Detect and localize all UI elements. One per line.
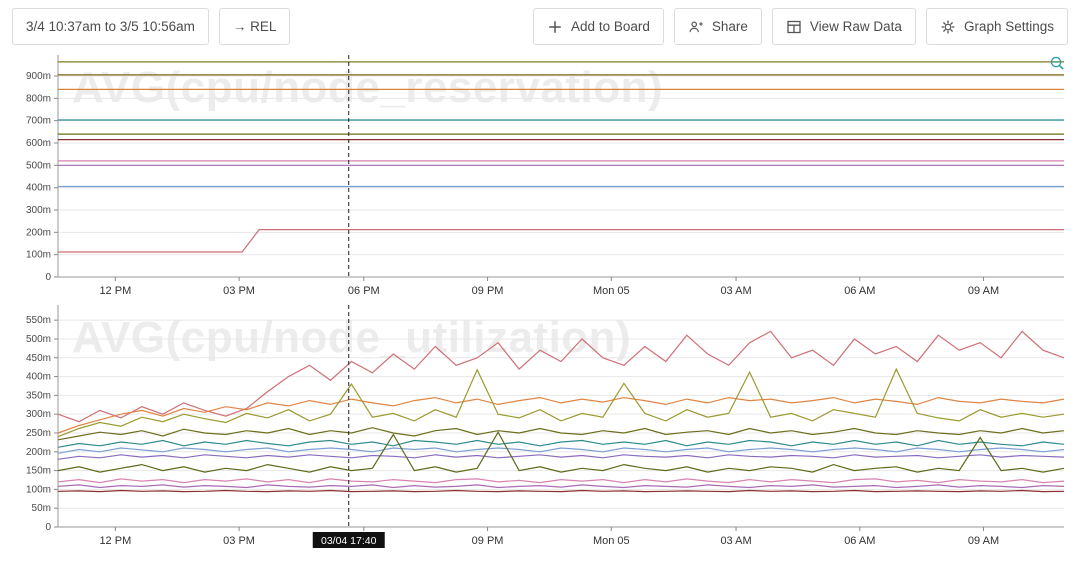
series-line[interactable] <box>58 428 1064 440</box>
svg-text:03/04 17:40: 03/04 17:40 <box>321 535 377 547</box>
series-line[interactable] <box>58 441 1064 448</box>
x-tick-label: 09 PM <box>472 535 504 547</box>
utilization-chart-block: AVG(cpu/node_utilization) 050m100m150m20… <box>8 303 1080 557</box>
gear-icon <box>940 19 956 35</box>
share-button[interactable]: Share <box>674 8 762 45</box>
x-tick-label: 06 PM <box>348 285 380 297</box>
x-tick-label: 09 PM <box>472 285 504 297</box>
y-tick-label: 100m <box>26 484 51 495</box>
y-tick-label: 300m <box>26 205 51 216</box>
x-tick-label: 09 AM <box>968 285 999 297</box>
cursor-tooltip: 03/04 17:40 <box>313 532 385 548</box>
view-raw-data-button[interactable]: View Raw Data <box>772 8 916 45</box>
series-line[interactable] <box>58 230 1064 252</box>
y-tick-label: 700m <box>26 116 51 127</box>
add-to-board-label: Add to Board <box>571 19 650 34</box>
y-tick-label: 550m <box>26 315 51 326</box>
y-tick-label: 900m <box>26 71 51 82</box>
series-line[interactable] <box>58 479 1064 483</box>
x-tick-label: 09 AM <box>968 535 999 547</box>
table-icon <box>786 19 802 35</box>
y-tick-label: 400m <box>26 372 51 383</box>
graph-page: 3/4 10:37am to 3/5 10:56am → REL Add to … <box>0 0 1080 557</box>
x-tick-label: 06 AM <box>844 535 875 547</box>
y-tick-label: 50m <box>32 503 51 514</box>
x-tick-label: 03 PM <box>223 535 255 547</box>
time-range-button[interactable]: 3/4 10:37am to 3/5 10:56am <box>12 8 209 45</box>
y-tick-label: 200m <box>26 447 51 458</box>
utilization-chart[interactable]: 0 50m 100m 150m 200m 250m 300m 350m 400m 450m 500m… <box>8 303 1072 557</box>
x-tick-label: 03 AM <box>720 535 751 547</box>
x-tick-label: Mon 05 <box>593 535 630 547</box>
series-line[interactable] <box>58 485 1064 488</box>
view-raw-data-label: View Raw Data <box>810 19 902 34</box>
series-line[interactable] <box>58 448 1064 453</box>
graph-settings-button[interactable]: Graph Settings <box>926 8 1068 45</box>
share-label: Share <box>712 19 748 34</box>
toolbar-right-group: Add to Board Share View Raw Data <box>533 8 1068 45</box>
y-tick-label: 400m <box>26 183 51 194</box>
x-tick-label: 06 AM <box>844 285 875 297</box>
series-line[interactable] <box>58 491 1064 492</box>
reservation-chart-block: AVG(cpu/node_reservation) 0100m200m300m4… <box>8 53 1080 301</box>
share-person-icon <box>688 19 704 35</box>
toolbar: 3/4 10:37am to 3/5 10:56am → REL Add to … <box>0 0 1080 51</box>
reservation-chart[interactable]: 0 100m 200m 300m 400m 500m 600m 700m 800m 900m 12 … <box>8 53 1072 301</box>
rel-button[interactable]: → REL <box>219 8 291 45</box>
y-tick-label: 450m <box>26 353 51 364</box>
x-tick-label: Mon 05 <box>593 285 630 297</box>
y-tick-label: 500m <box>26 334 51 345</box>
y-tick-label: 250m <box>26 428 51 439</box>
add-to-board-button[interactable]: Add to Board <box>533 8 664 45</box>
x-tick-label: 03 PM <box>223 285 255 297</box>
toolbar-left-group: 3/4 10:37am to 3/5 10:56am → REL <box>12 8 290 45</box>
y-tick-label: 200m <box>26 227 51 238</box>
graph-settings-label: Graph Settings <box>964 19 1054 34</box>
y-tick-label: 0 <box>45 522 51 533</box>
y-tick-label: 150m <box>26 466 51 477</box>
x-tick-label: 03 AM <box>720 285 751 297</box>
y-tick-label: 600m <box>26 138 51 149</box>
y-tick-label: 0 <box>45 272 51 283</box>
y-tick-label: 350m <box>26 390 51 401</box>
y-tick-label: 800m <box>26 93 51 104</box>
series-line[interactable] <box>58 455 1064 460</box>
y-tick-label: 500m <box>26 160 51 171</box>
y-tick-label: 300m <box>26 409 51 420</box>
series-line[interactable] <box>58 398 1064 433</box>
y-tick-label: 100m <box>26 250 51 261</box>
x-tick-label: 12 PM <box>99 285 131 297</box>
x-tick-label: 12 PM <box>99 535 131 547</box>
zoom-out-icon[interactable] <box>1049 55 1066 77</box>
plus-icon <box>547 19 563 35</box>
